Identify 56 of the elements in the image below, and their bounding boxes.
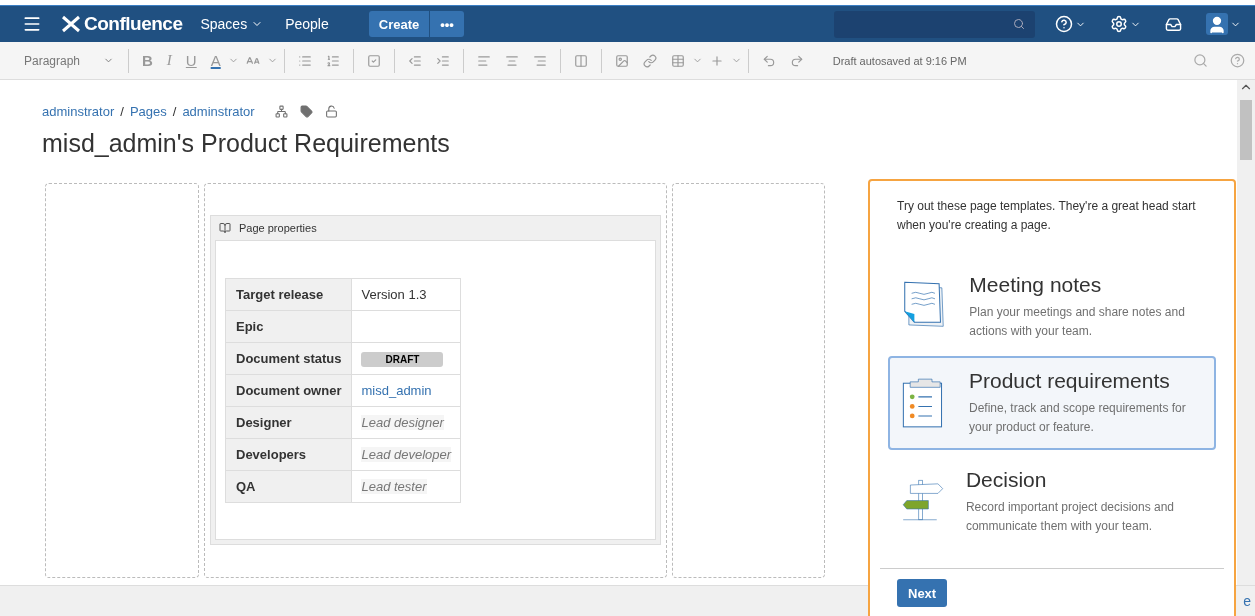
search-field[interactable] — [834, 10, 1035, 38]
template-description: Plan your meetings and share notes and actions with your team. — [969, 304, 1186, 340]
page-title-field[interactable]: misd_admin's Product Requirements — [42, 129, 1237, 158]
search-icon[interactable] — [1193, 53, 1208, 68]
layout-column[interactable]: Page properties Target release Version 1.3 Epic Document status DRAFT Document owner misd_admin Designer Lead designer Developers Lead developer QA Lead tester — [204, 183, 667, 578]
table-cell: Version 1.3 — [351, 278, 461, 311]
template-description: Define, track and scope requirements for your product or feature. — [969, 400, 1187, 436]
template-option[interactable]: Meeting notes Plan your meetings and share notes and actions with your team. — [888, 260, 1216, 351]
row-header: Epic — [225, 310, 352, 343]
nav-link[interactable]: People — [285, 16, 329, 32]
user-link[interactable]: misd_admin — [361, 383, 432, 398]
row-header: QA — [225, 470, 352, 503]
avatar-icon[interactable] — [1206, 13, 1241, 35]
template-title: Decision — [965, 468, 1048, 492]
row-header: Document owner — [225, 374, 352, 407]
scrollbar-thumb[interactable] — [1240, 100, 1252, 160]
nav-link[interactable]: Spaces — [200, 16, 264, 32]
placeholder-text[interactable]: Lead designer — [361, 415, 444, 430]
placeholder-text[interactable]: Lead tester — [361, 479, 427, 494]
tag-icon[interactable] — [299, 105, 313, 118]
format-button[interactable]: I — [159, 52, 179, 69]
help-icon[interactable] — [1055, 15, 1086, 33]
inbox-icon[interactable] — [1165, 15, 1182, 33]
placeholder-text[interactable]: Lead developer — [361, 447, 452, 462]
macro-title: Page properties — [239, 222, 317, 234]
macro-icon — [219, 222, 231, 234]
row-header: Developers — [225, 438, 352, 471]
confluence-logo[interactable]: Confluence — [60, 13, 183, 35]
breadcrumb-link[interactable]: Pages — [129, 104, 167, 119]
panel-intro: Try out these page templates. They're a great head start when you're creating a page. — [897, 198, 1197, 234]
paragraph-style-select[interactable]: Paragraph — [24, 53, 114, 68]
format-button[interactable]: A — [203, 52, 228, 69]
search-icon — [1013, 18, 1025, 30]
breadcrumb-link[interactable]: adminstrator — [42, 104, 115, 119]
breadcrumb-separator: / — [120, 104, 124, 119]
next-button[interactable]: Next — [897, 579, 948, 607]
template-title: Product requirements — [969, 369, 1171, 393]
menu-icon[interactable] — [22, 14, 42, 34]
unlock-icon[interactable] — [324, 105, 338, 118]
create-button[interactable]: Create — [368, 11, 430, 37]
template-title: Meeting notes — [969, 273, 1103, 297]
template-option[interactable]: Product requirements Define, track and scope requirements for your product or feature. — [888, 356, 1216, 450]
row-header: Document status — [225, 342, 352, 375]
page-tree-icon[interactable] — [274, 105, 288, 118]
settings-icon[interactable] — [1110, 15, 1141, 33]
breadcrumb-separator: / — [172, 104, 177, 119]
template-description: Record important project decisions and communicate them with your team. — [965, 499, 1176, 535]
row-header: Target release — [225, 278, 352, 311]
breadcrumb-link[interactable]: adminstrator — [182, 104, 255, 119]
autosave-status: Draft autosaved at 9:16 PM — [832, 54, 967, 67]
more-button[interactable]: ••• — [429, 11, 464, 37]
template-option[interactable]: Decision Record important project decisions and communicate them with your team. — [888, 455, 1216, 546]
status-lozenge: DRAFT — [361, 351, 444, 367]
footer-text: e — [1243, 593, 1251, 609]
format-button[interactable]: U — [178, 52, 204, 69]
row-header: Designer — [225, 406, 352, 439]
